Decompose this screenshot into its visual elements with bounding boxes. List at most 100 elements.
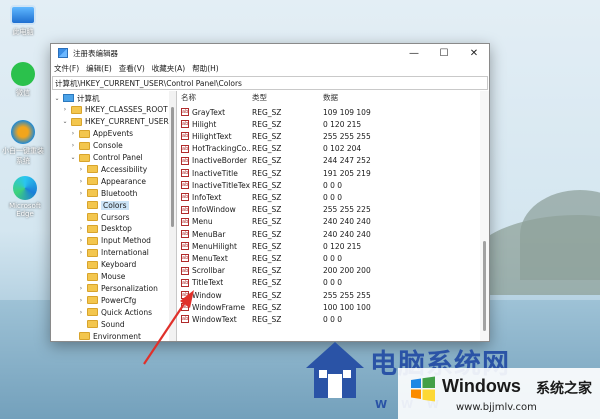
expand-icon[interactable]: ›	[77, 237, 85, 244]
registry-value-row[interactable]: ab WindowText REG_SZ 0 0 0	[177, 313, 479, 325]
desktop-icon-wechat[interactable]: 微信	[0, 62, 46, 98]
string-value-icon: ab	[181, 144, 189, 153]
tree-node[interactable]: › International	[77, 247, 149, 259]
string-value-icon: ab	[181, 254, 189, 263]
collapse-icon[interactable]: ⌄	[61, 118, 69, 125]
collapse-icon[interactable]: ⌄	[53, 95, 61, 102]
tree-node[interactable]: › Accessibility	[77, 163, 147, 175]
value-data: 0 0 0	[323, 253, 343, 263]
list-scrollbar[interactable]	[480, 91, 489, 341]
folder-icon	[87, 272, 98, 281]
tree-node[interactable]: Environment	[69, 330, 141, 341]
tree-node[interactable]: › AppEvents	[69, 128, 133, 140]
expand-icon[interactable]: ›	[77, 178, 85, 185]
tree-node[interactable]: Mouse	[77, 271, 125, 283]
maximize-button[interactable]: ☐	[429, 44, 459, 62]
registry-value-row[interactable]: ab InactiveTitle REG_SZ 191 205 219	[177, 167, 479, 179]
expand-icon[interactable]: ›	[77, 225, 85, 232]
tree-node[interactable]: › Appearance	[77, 175, 146, 187]
registry-value-row[interactable]: ab InactiveBorder REG_SZ 244 247 252	[177, 155, 479, 167]
registry-value-row[interactable]: ab Window REG_SZ 255 255 255	[177, 289, 479, 301]
tree-node[interactable]: › PowerCfg	[77, 294, 137, 306]
menu-file[interactable]: 文件(F)	[54, 63, 79, 74]
value-name: WindowFrame	[192, 302, 245, 312]
folder-icon	[87, 213, 98, 221]
tree-node[interactable]: ⌄ HKEY_CURRENT_USER	[61, 116, 168, 128]
value-type: REG_SZ	[252, 290, 282, 300]
tree-node[interactable]: Sound	[77, 318, 125, 330]
registry-value-row[interactable]: ab InfoText REG_SZ 0 0 0	[177, 191, 479, 203]
menu-help[interactable]: 帮助(H)	[192, 63, 219, 74]
value-type: REG_SZ	[252, 144, 282, 154]
value-name: MenuText	[192, 253, 228, 263]
tree-node-label: Desktop	[101, 224, 132, 234]
tree-node[interactable]: ⌄ 计算机	[53, 92, 100, 104]
value-type: REG_SZ	[252, 192, 282, 202]
desktop-icon-edge[interactable]: Microsoft Edge	[2, 176, 48, 218]
registry-value-row[interactable]: ab MenuBar REG_SZ 240 240 240	[177, 228, 479, 240]
expand-icon[interactable]: ›	[69, 130, 77, 137]
tree-node[interactable]: › Desktop	[77, 223, 132, 235]
registry-editor-window: 注册表编辑器 — ☐ ✕ 文件(F) 编辑(E) 查看(V) 收藏夹(A) 帮助…	[50, 43, 490, 342]
menu-bar: 文件(F) 编辑(E) 查看(V) 收藏夹(A) 帮助(H)	[51, 62, 489, 75]
menu-view[interactable]: 查看(V)	[119, 63, 145, 74]
tree-node-label: Console	[93, 141, 123, 151]
tree-node[interactable]: Cursors	[77, 211, 130, 223]
expand-icon[interactable]: ›	[77, 190, 85, 197]
scrollbar-thumb[interactable]	[483, 241, 486, 331]
tree-node-label: HKEY_CLASSES_ROOT	[85, 105, 168, 115]
value-name: InactiveBorder	[192, 156, 247, 166]
collapse-icon[interactable]: ⌄	[69, 154, 77, 161]
registry-value-row[interactable]: ab HilightText REG_SZ 255 255 255	[177, 130, 479, 142]
expand-icon[interactable]: ›	[61, 106, 69, 113]
registry-value-row[interactable]: ab GrayText REG_SZ 109 109 109	[177, 106, 479, 118]
desktop-icon-reinstall-tool[interactable]: 小白一键重装系统	[0, 120, 46, 166]
tree-node[interactable]: ⌄ Control Panel	[69, 152, 142, 164]
tree-node-label: Environment	[93, 331, 141, 341]
column-header-data[interactable]: 数据	[323, 92, 338, 103]
address-bar[interactable]: 计算机\HKEY_CURRENT_USER\Control Panel\Colo…	[52, 76, 488, 90]
tree-node[interactable]: › Bluetooth	[77, 187, 138, 199]
registry-value-row[interactable]: ab MenuHilight REG_SZ 0 120 215	[177, 240, 479, 252]
registry-value-row[interactable]: ab MenuText REG_SZ 0 0 0	[177, 252, 479, 264]
tree-node[interactable]: › Input Method	[77, 235, 151, 247]
scrollbar-thumb[interactable]	[171, 107, 174, 227]
column-header-name[interactable]: 名称	[181, 92, 196, 103]
registry-value-row[interactable]: ab InfoWindow REG_SZ 255 255 225	[177, 204, 479, 216]
registry-value-row[interactable]: ab InactiveTitleText REG_SZ 0 0 0	[177, 179, 479, 191]
expand-icon[interactable]: ›	[77, 285, 85, 292]
registry-value-row[interactable]: ab Scrollbar REG_SZ 200 200 200	[177, 265, 479, 277]
folder-icon	[87, 165, 98, 174]
expand-icon[interactable]: ›	[77, 297, 85, 304]
close-button[interactable]: ✕	[459, 44, 489, 62]
tree-node-label: Cursors	[101, 212, 130, 222]
column-header-type[interactable]: 类型	[252, 92, 267, 103]
string-value-icon: ab	[181, 169, 189, 177]
registry-value-row[interactable]: ab TitleText REG_SZ 0 0 0	[177, 277, 479, 289]
tree-node[interactable]: › HKEY_CLASSES_ROOT	[61, 104, 168, 116]
menu-favorites[interactable]: 收藏夹(A)	[152, 63, 185, 74]
string-value-icon: ab	[181, 242, 189, 251]
expand-icon[interactable]: ›	[77, 166, 85, 173]
tree-node[interactable]: Keyboard	[77, 259, 136, 271]
tree-node[interactable]: › Console	[69, 140, 123, 152]
minimize-button[interactable]: —	[399, 44, 429, 62]
monitor-icon	[10, 5, 36, 25]
title-bar[interactable]: 注册表编辑器 — ☐ ✕	[51, 44, 489, 62]
tree-node[interactable]: Colors	[77, 199, 129, 211]
desktop-icon-this-pc[interactable]: 此电脑	[0, 5, 46, 37]
registry-value-row[interactable]: ab Hilight REG_SZ 0 120 215	[177, 118, 479, 130]
registry-value-row[interactable]: ab WindowFrame REG_SZ 100 100 100	[177, 301, 479, 313]
string-value-icon: ab	[181, 217, 189, 226]
registry-value-row[interactable]: ab HotTrackingCo... REG_SZ 0 102 204	[177, 143, 479, 155]
registry-value-row[interactable]: ab Menu REG_SZ 240 240 240	[177, 216, 479, 228]
expand-icon[interactable]: ›	[77, 249, 85, 256]
expand-icon[interactable]: ›	[77, 309, 85, 316]
tree-node-label: 计算机	[77, 93, 100, 103]
value-data: 240 240 240	[323, 217, 371, 227]
expand-icon[interactable]: ›	[69, 142, 77, 149]
value-type: REG_SZ	[252, 278, 282, 288]
value-list: 名称 类型 数据 ab GrayText REG_SZ 109 109 109 ab Hi…	[177, 91, 489, 341]
menu-edit[interactable]: 编辑(E)	[86, 63, 112, 74]
value-name: WindowText	[192, 314, 237, 324]
